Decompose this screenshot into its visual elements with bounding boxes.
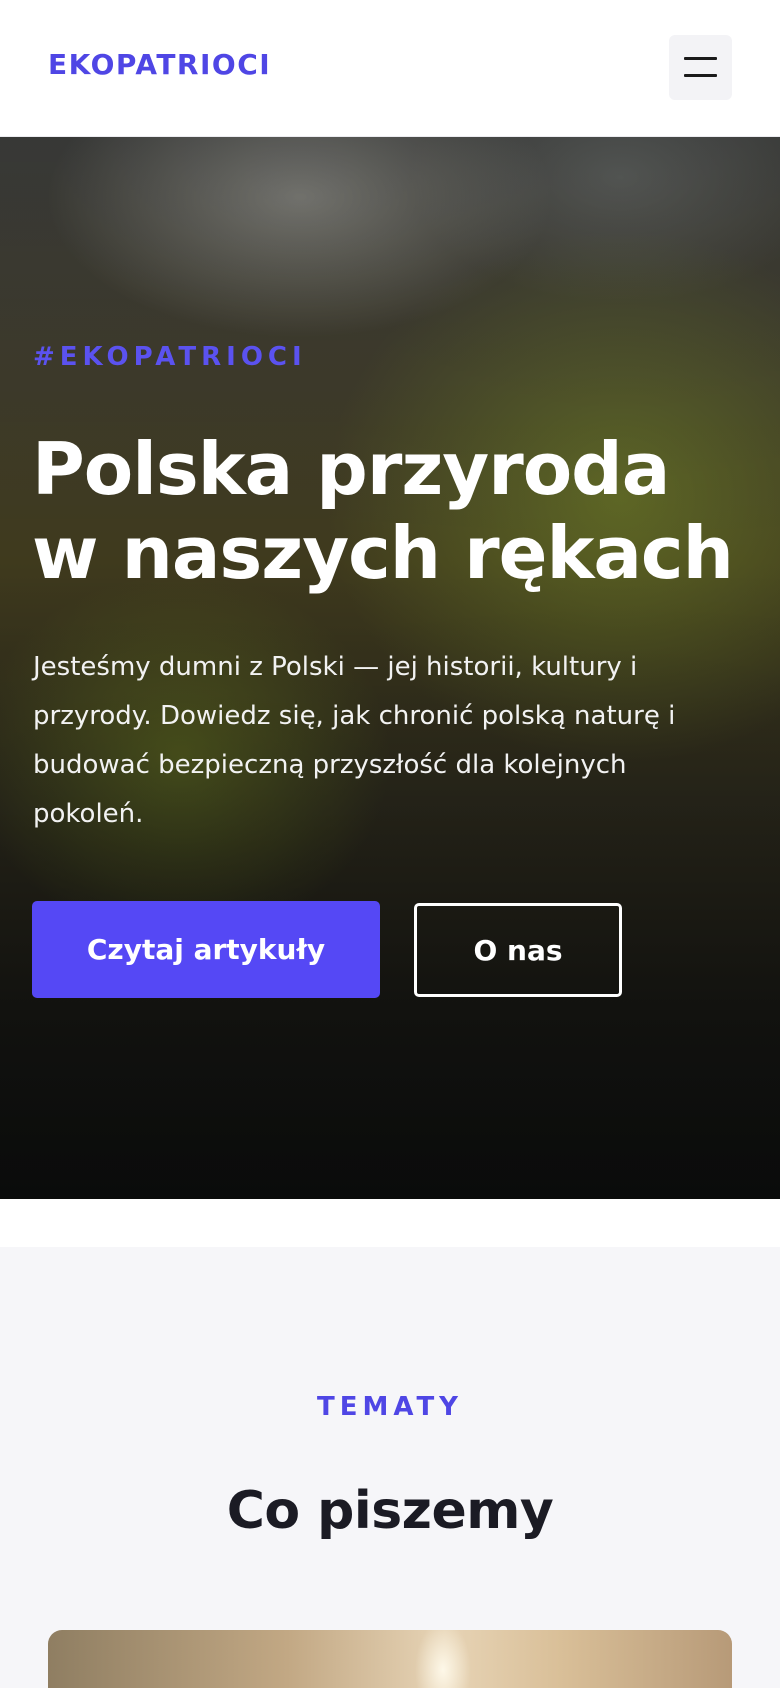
- menu-bar-top: [684, 57, 717, 60]
- hero-title-line-2: w naszych rękach: [32, 511, 734, 595]
- topics-eyebrow: TEMATY: [316, 1392, 464, 1422]
- hero-title: Polska przyroda w naszych rękach: [32, 427, 772, 595]
- menu-bar-bottom: [684, 74, 717, 77]
- site-logo[interactable]: EKOPATRIOCI: [48, 48, 271, 81]
- hamburger-menu-icon[interactable]: [669, 35, 732, 100]
- hero-title-line-1: Polska przyroda: [32, 427, 670, 511]
- read-articles-button[interactable]: Czytaj artykuły: [32, 901, 380, 998]
- hero-tag: #EKOPATRIOCI: [33, 342, 307, 372]
- topic-card-image[interactable]: [48, 1630, 732, 1688]
- topics-title: Co piszemy: [226, 1481, 554, 1541]
- hero-description: Jesteśmy dumni z Polski — jej historii, …: [33, 652, 676, 829]
- site-header: EKOPATRIOCI: [0, 0, 780, 137]
- about-us-button[interactable]: O nas: [414, 903, 622, 997]
- hero-section: #EKOPATRIOCI Polska przyroda w naszych r…: [0, 137, 780, 1199]
- topics-section: TEMATY Co piszemy: [0, 1247, 780, 1688]
